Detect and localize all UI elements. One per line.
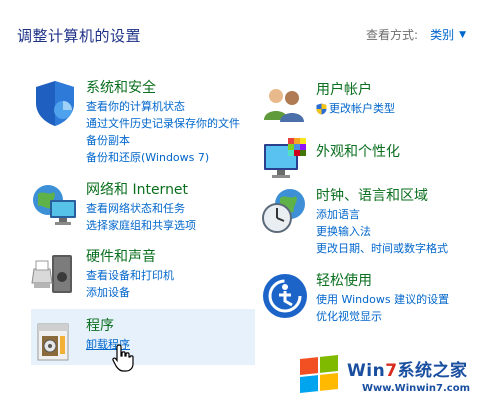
view-by: 查看方式: 类别 ▼ bbox=[366, 26, 466, 43]
view-computer-status-link[interactable]: 查看你的计算机状态 bbox=[86, 98, 248, 115]
watermark-brand-seven: 7 bbox=[385, 361, 398, 381]
category-network-internet: 网络和 Internet 查看网络状态和任务 选择家庭组和共享选项 bbox=[30, 180, 196, 234]
printer-icon[interactable] bbox=[30, 247, 80, 297]
hand-cursor-icon bbox=[112, 344, 134, 372]
category-user-accounts: 用户帐户 更改帐户类型 bbox=[260, 80, 395, 130]
watermark-brand-rest: 系统之家 bbox=[397, 361, 468, 381]
change-account-type-link[interactable]: 更改帐户类型 bbox=[329, 100, 395, 117]
hardware-sound-title[interactable]: 硬件和声音 bbox=[86, 247, 174, 267]
watermark-brand: Win7系统之家 bbox=[347, 356, 468, 381]
category-hardware-sound: 硬件和声音 查看设备和打印机 添加设备 bbox=[30, 247, 174, 301]
view-network-status-link[interactable]: 查看网络状态和任务 bbox=[86, 200, 196, 217]
view-by-dropdown[interactable]: 类别 bbox=[430, 26, 454, 43]
watermark-url: Www.Winwin7.com bbox=[362, 383, 471, 394]
network-globe-icon[interactable] bbox=[30, 180, 80, 230]
add-device-link[interactable]: 添加设备 bbox=[86, 284, 174, 301]
clock-globe-icon[interactable] bbox=[260, 186, 310, 236]
monitor-palette-icon[interactable] bbox=[260, 136, 310, 186]
system-security-title[interactable]: 系统和安全 bbox=[86, 78, 248, 98]
uac-shield-icon bbox=[316, 103, 327, 114]
optimize-visual-display-link[interactable]: 优化视觉显示 bbox=[316, 308, 449, 325]
add-language-link[interactable]: 添加语言 bbox=[316, 206, 448, 223]
backup-restore-link[interactable]: 备份和还原(Windows 7) bbox=[86, 149, 248, 166]
category-appearance: 外观和个性化 bbox=[260, 136, 400, 186]
programs-title[interactable]: 程序 bbox=[86, 316, 130, 336]
programs-icon[interactable] bbox=[30, 316, 80, 366]
view-devices-printers-link[interactable]: 查看设备和打印机 bbox=[86, 267, 174, 284]
homegroup-sharing-link[interactable]: 选择家庭组和共享选项 bbox=[86, 217, 196, 234]
shield-icon[interactable] bbox=[30, 78, 80, 128]
category-system-security: 系统和安全 查看你的计算机状态 通过文件历史记录保存你的文件备份副本 备份和还原… bbox=[30, 78, 248, 166]
change-account-type-row[interactable]: 更改帐户类型 bbox=[316, 100, 395, 117]
change-input-method-link[interactable]: 更换输入法 bbox=[316, 223, 448, 240]
ease-of-access-icon[interactable] bbox=[260, 271, 310, 321]
appearance-title[interactable]: 外观和个性化 bbox=[316, 142, 400, 162]
view-by-label: 查看方式: bbox=[366, 28, 419, 42]
ease-of-access-title[interactable]: 轻松使用 bbox=[316, 271, 449, 291]
windows-suggested-settings-link[interactable]: 使用 Windows 建议的设置 bbox=[316, 291, 449, 308]
file-history-link[interactable]: 通过文件历史记录保存你的文件备份副本 bbox=[86, 115, 248, 149]
category-ease-of-access: 轻松使用 使用 Windows 建议的设置 优化视觉显示 bbox=[260, 271, 449, 325]
chevron-down-icon[interactable]: ▼ bbox=[459, 30, 466, 40]
page-title: 调整计算机的设置 bbox=[17, 27, 142, 45]
watermark-brand-win: Win bbox=[347, 361, 386, 381]
network-internet-title[interactable]: 网络和 Internet bbox=[86, 180, 196, 200]
category-clock-language: 时钟、语言和区域 添加语言 更换输入法 更改日期、时间或数字格式 bbox=[260, 186, 448, 257]
clock-language-title[interactable]: 时钟、语言和区域 bbox=[316, 186, 448, 206]
change-date-time-format-link[interactable]: 更改日期、时间或数字格式 bbox=[316, 240, 448, 257]
users-icon[interactable] bbox=[260, 80, 310, 130]
user-accounts-title[interactable]: 用户帐户 bbox=[316, 80, 395, 100]
